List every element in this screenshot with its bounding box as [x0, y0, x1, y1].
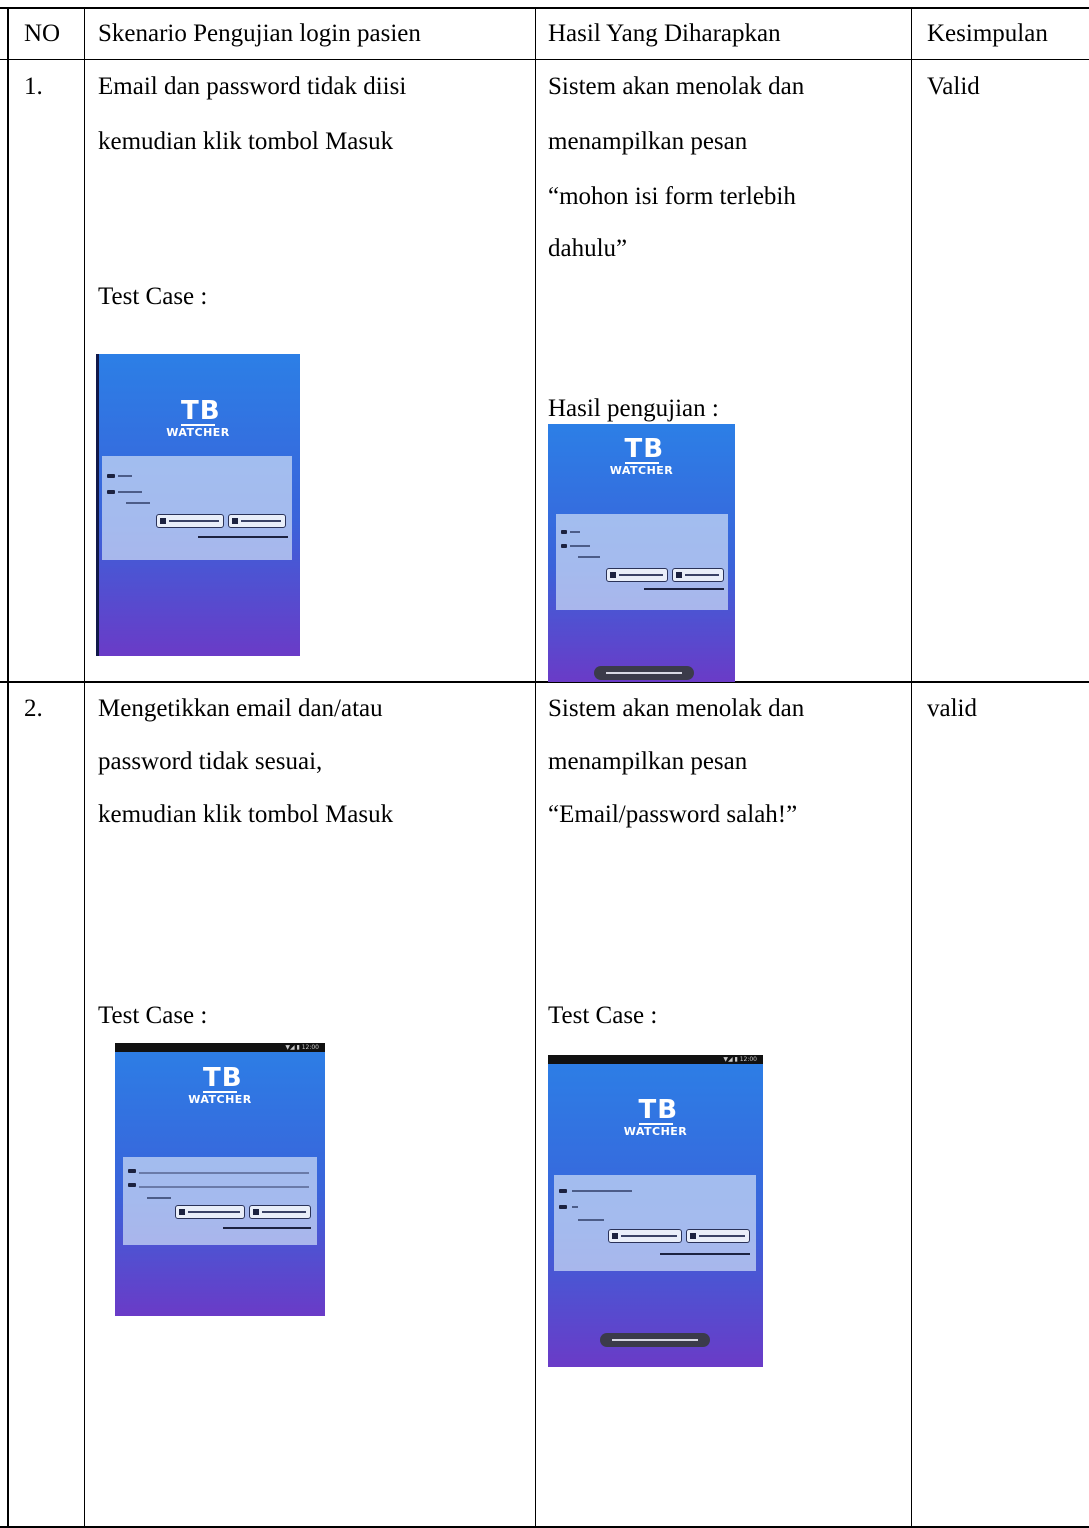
- skenario-line: Mengetikkan email dan/atau: [98, 695, 383, 722]
- header-no: NO: [24, 20, 61, 47]
- table-col-divider: [535, 7, 536, 1528]
- hasil-line: menampilkan pesan: [548, 128, 748, 155]
- hasil-line: Sistem akan menolak dan: [548, 695, 805, 722]
- result-screenshot: ▼◢ ▮ 12:00 TB WATCHER: [548, 1055, 763, 1367]
- test-case-caption: Test Case :: [98, 283, 208, 310]
- skenario-line: password tidak sesuai,: [98, 748, 323, 775]
- hasil-pengujian-caption: Hasil pengujian :: [548, 395, 719, 422]
- table-col-divider: [911, 7, 912, 1528]
- row-number: 1.: [24, 73, 43, 100]
- hasil-line: “mohon isi form terlebih: [548, 183, 796, 210]
- row-number: 2.: [24, 695, 43, 722]
- result-screenshot: TB WATCHER: [548, 424, 735, 682]
- test-case-screenshot: TB WATCHER: [96, 354, 300, 656]
- header-kesimpulan: Kesimpulan: [927, 20, 1048, 47]
- hasil-line: dahulu”: [548, 235, 628, 262]
- skenario-line: Email dan password tidak diisi: [98, 73, 407, 100]
- hasil-line: menampilkan pesan: [548, 748, 748, 775]
- kesimpulan-value: valid: [927, 695, 977, 722]
- header-hasil: Hasil Yang Diharapkan: [548, 20, 781, 47]
- test-case-screenshot: ▼◢ ▮ 12:00 TB WATCHER: [115, 1043, 325, 1316]
- header-skenario: Skenario Pengujian login pasien: [98, 20, 421, 47]
- hasil-line: Sistem akan menolak dan: [548, 73, 805, 100]
- kesimpulan-value: Valid: [927, 73, 980, 100]
- table-border-left: [7, 7, 9, 1528]
- hasil-line: “Email/password salah!”: [548, 801, 798, 828]
- test-case-caption: Test Case :: [548, 1002, 658, 1029]
- test-case-caption: Test Case :: [98, 1002, 208, 1029]
- skenario-line: kemudian klik tombol Masuk: [98, 801, 394, 828]
- table-col-divider: [84, 7, 85, 1528]
- skenario-line: kemudian klik tombol Masuk: [98, 128, 394, 155]
